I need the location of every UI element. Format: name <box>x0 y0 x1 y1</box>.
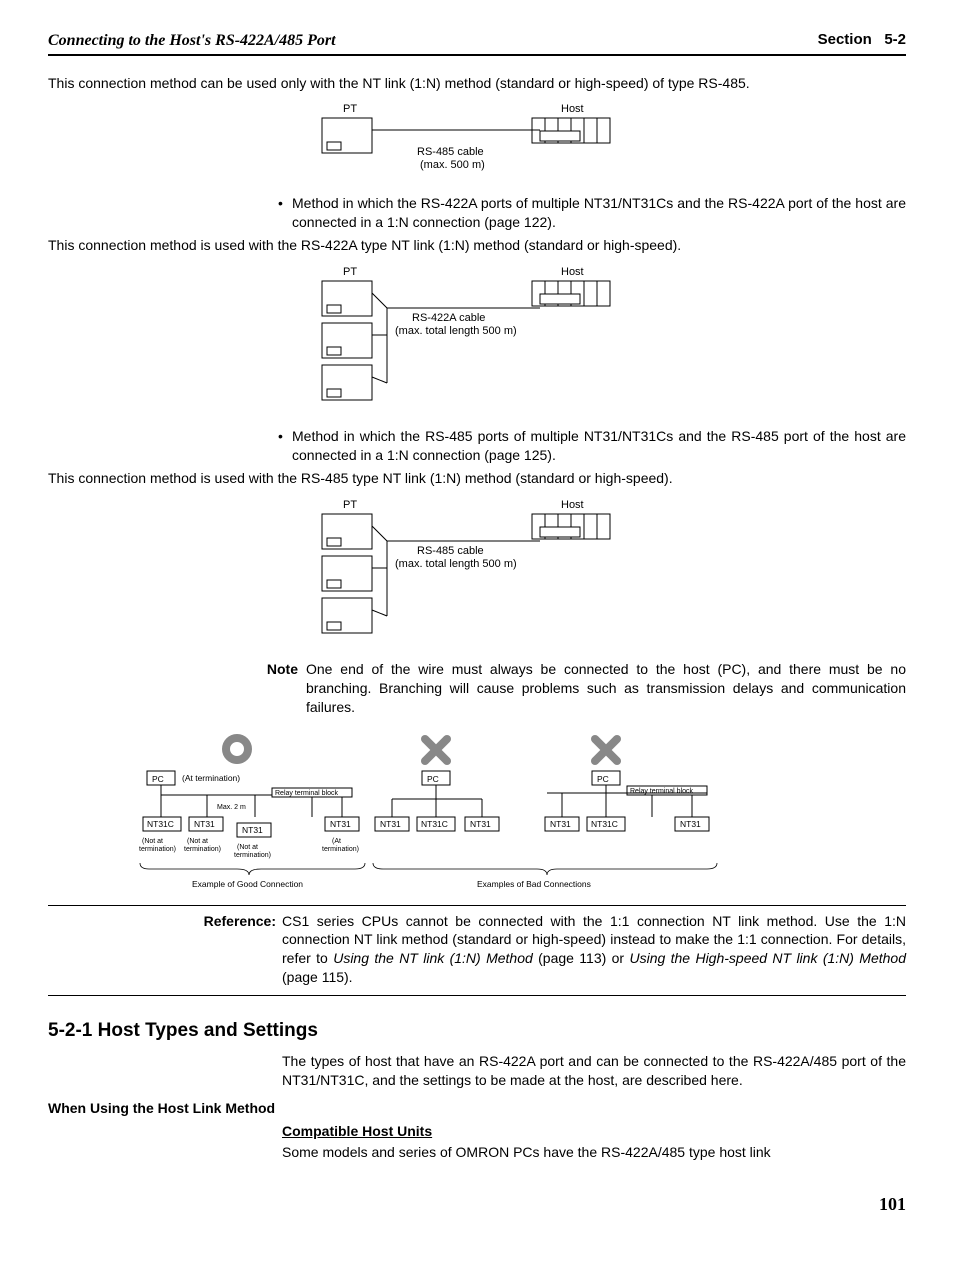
svg-text:Examples of Bad Connections: Examples of Bad Connections <box>477 879 591 889</box>
svg-text:NT31: NT31 <box>550 819 571 829</box>
intro-para: This connection method can be used only … <box>48 74 906 93</box>
svg-text:PC: PC <box>427 774 439 784</box>
diagram-good-bad: PC (At termination) Relay terminal block… <box>48 731 906 891</box>
note-label: Note <box>228 660 298 717</box>
svg-text:NT31C: NT31C <box>147 819 174 829</box>
header-right: Section 5-2 <box>818 30 906 52</box>
svg-text:Relay terminal block: Relay terminal block <box>275 790 339 797</box>
svg-text:NT31C: NT31C <box>591 819 618 829</box>
svg-text:PT: PT <box>343 499 357 511</box>
svg-text:NT31: NT31 <box>242 825 263 835</box>
reference-label: Reference: <box>186 912 276 988</box>
svg-text:(At: (At <box>332 838 341 845</box>
svg-text:(Not at: (Not at <box>187 838 208 845</box>
subhead-compatible: Compatible Host Units <box>282 1122 906 1141</box>
page-number: 101 <box>48 1192 906 1216</box>
svg-text:PC: PC <box>597 774 609 784</box>
svg-text:PT: PT <box>343 103 357 115</box>
svg-text:termination): termination) <box>184 846 221 853</box>
svg-text:termination): termination) <box>322 846 359 853</box>
subhead-host-link: When Using the Host Link Method <box>48 1099 906 1118</box>
svg-text:NT31C: NT31C <box>421 819 448 829</box>
bullet-method-485: • Method in which the RS-485 ports of mu… <box>278 427 906 465</box>
bullet-icon: • <box>278 427 292 465</box>
header-left: Connecting to the Host's RS-422A/485 Por… <box>48 30 336 52</box>
svg-text:RS-422A cable: RS-422A cable <box>412 312 485 324</box>
svg-text:Relay terminal block: Relay terminal block <box>630 788 694 795</box>
reference-block: Reference: CS1 series CPUs cannot be con… <box>48 905 906 997</box>
svg-text:termination): termination) <box>234 852 271 859</box>
svg-text:(max. total length 500 m): (max. total length 500 m) <box>395 558 517 570</box>
page-header: Connecting to the Host's RS-422A/485 Por… <box>48 30 906 56</box>
svg-text:(At termination): (At termination) <box>182 773 240 783</box>
diagram-1n-485: PT Host RS-485 cable (max. total length … <box>48 496 906 646</box>
svg-text:PT: PT <box>343 266 357 278</box>
diagram-1-1: PT Host RS-485 cable (max. 500 m) <box>48 100 906 180</box>
svg-text:Example of Good Connection: Example of Good Connection <box>192 879 303 889</box>
svg-text:NT31: NT31 <box>330 819 351 829</box>
para-422a-sub: This connection method is used with the … <box>48 236 906 255</box>
para-485-sub: This connection method is used with the … <box>48 469 906 488</box>
svg-text:Max. 2 m: Max. 2 m <box>217 804 246 811</box>
note-text: One end of the wire must always be conne… <box>306 660 906 717</box>
bullet-icon: • <box>278 194 292 232</box>
svg-text:NT31: NT31 <box>194 819 215 829</box>
svg-text:RS-485 cable: RS-485 cable <box>417 146 484 158</box>
svg-text:PC: PC <box>152 774 164 784</box>
host-types-intro: The types of host that have an RS-422A p… <box>282 1052 906 1090</box>
svg-text:Host: Host <box>561 266 584 278</box>
svg-text:RS-485 cable: RS-485 cable <box>417 545 484 557</box>
svg-text:Host: Host <box>561 103 584 115</box>
section-heading-5-2-1: 5-2-1 Host Types and Settings <box>48 1018 906 1044</box>
svg-text:termination): termination) <box>139 846 176 853</box>
svg-text:NT31: NT31 <box>680 819 701 829</box>
svg-text:(Not at: (Not at <box>237 844 258 851</box>
svg-text:(max. 500 m): (max. 500 m) <box>420 159 485 171</box>
svg-text:(max. total length 500 m): (max. total length 500 m) <box>395 325 517 337</box>
compatible-para: Some models and series of OMRON PCs have… <box>282 1143 906 1162</box>
svg-text:(Not at: (Not at <box>142 838 163 845</box>
reference-text: CS1 series CPUs cannot be connected with… <box>282 912 906 988</box>
svg-text:Host: Host <box>561 499 584 511</box>
svg-text:NT31: NT31 <box>470 819 491 829</box>
note-block: Note One end of the wire must always be … <box>48 660 906 717</box>
bullet-method-422a: • Method in which the RS-422A ports of m… <box>278 194 906 232</box>
svg-text:NT31: NT31 <box>380 819 401 829</box>
diagram-1n-422a: PT Host RS-422A cable (max. total length… <box>48 263 906 413</box>
